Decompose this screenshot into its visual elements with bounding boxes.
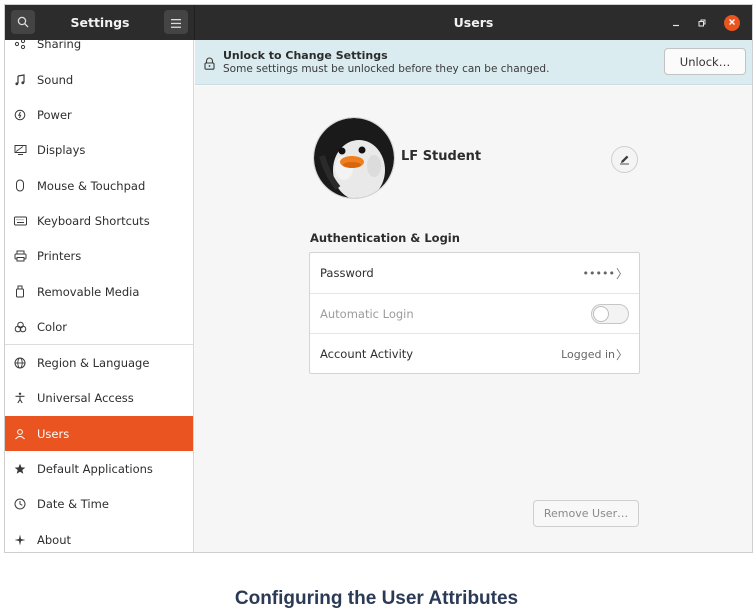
sidebar-item-label: About bbox=[37, 532, 72, 547]
sidebar-item-power[interactable]: Power bbox=[5, 97, 193, 132]
sidebar-item-sharing[interactable]: Sharing bbox=[5, 40, 193, 61]
sidebar-item-label: Mouse & Touchpad bbox=[37, 178, 146, 193]
printer-icon bbox=[12, 250, 28, 262]
sidebar-item-label: Displays bbox=[37, 142, 86, 157]
restore-button[interactable] bbox=[694, 15, 710, 31]
sidebar-item-color[interactable]: Color bbox=[5, 309, 193, 344]
settings-title: Settings bbox=[70, 15, 130, 30]
user-name: LF Student bbox=[401, 149, 482, 164]
automatic-login-label: Automatic Login bbox=[320, 307, 414, 321]
sidebar-item-universal-access[interactable]: Universal Access bbox=[5, 380, 193, 415]
sidebar-item-mouse-touchpad[interactable]: Mouse & Touchpad bbox=[5, 168, 193, 203]
search-button[interactable] bbox=[11, 10, 35, 34]
account-activity-label: Account Activity bbox=[320, 347, 414, 361]
edit-user-button[interactable] bbox=[611, 146, 638, 173]
sidebar: Sharing Sound Power Displays Mouse & Tou bbox=[5, 40, 194, 552]
hamburger-menu-icon bbox=[171, 13, 181, 32]
usb-drive-icon bbox=[12, 285, 28, 298]
minimize-icon bbox=[672, 17, 680, 30]
settings-window: Settings Users Sharing Sound Power Displ… bbox=[4, 4, 753, 553]
sidebar-item-label: Universal Access bbox=[37, 390, 134, 405]
sidebar-item-date-time[interactable]: Date & Time bbox=[5, 486, 193, 521]
users-icon bbox=[12, 428, 28, 440]
infobar-title: Unlock to Change Settings bbox=[223, 49, 388, 62]
menu-button[interactable] bbox=[164, 10, 188, 34]
sidebar-item-removable-media[interactable]: Removable Media bbox=[5, 274, 193, 309]
sidebar-item-label: Sharing bbox=[37, 40, 82, 51]
sparkle-icon bbox=[12, 534, 28, 546]
user-avatar[interactable] bbox=[313, 117, 395, 199]
sidebar-item-about[interactable]: About bbox=[5, 522, 193, 552]
sidebar-item-label: Color bbox=[37, 319, 68, 334]
unlock-infobar: Unlock to Change Settings Some settings … bbox=[195, 40, 752, 85]
clock-icon bbox=[12, 498, 28, 510]
minimize-button[interactable] bbox=[668, 15, 684, 31]
sidebar-item-region-language[interactable]: Region & Language bbox=[5, 345, 193, 380]
automatic-login-row: Automatic Login bbox=[310, 294, 639, 334]
automatic-login-toggle[interactable] bbox=[591, 304, 629, 324]
mouse-icon bbox=[12, 179, 28, 192]
sidebar-item-label: Default Applications bbox=[37, 461, 153, 476]
infobar-message: Some settings must be unlocked before th… bbox=[223, 63, 550, 75]
globe-icon bbox=[12, 357, 28, 369]
chevron-right-icon: 〉 bbox=[615, 347, 628, 362]
sidebar-item-label: Removable Media bbox=[37, 284, 140, 299]
color-icon bbox=[12, 321, 28, 333]
password-value: ••••• bbox=[582, 266, 615, 280]
remove-user-button[interactable]: Remove User… bbox=[533, 500, 639, 527]
toggle-knob bbox=[593, 306, 609, 322]
panel-header: Users bbox=[194, 5, 752, 40]
search-icon bbox=[17, 13, 29, 32]
sidebar-item-sound[interactable]: Sound bbox=[5, 62, 193, 97]
auth-section-title: Authentication & Login bbox=[310, 231, 460, 245]
sidebar-item-label: Sound bbox=[37, 72, 74, 87]
unlock-button[interactable]: Unlock… bbox=[664, 48, 746, 75]
auth-list: Password ••••• 〉 Automatic Login Account… bbox=[309, 252, 640, 374]
password-label: Password bbox=[320, 266, 374, 280]
close-icon bbox=[728, 18, 736, 29]
sidebar-item-label: Users bbox=[37, 426, 70, 441]
music-note-icon bbox=[12, 73, 28, 86]
users-panel: LF Student Authentication & Login Passwo… bbox=[195, 86, 752, 552]
sidebar-item-default-applications[interactable]: Default Applications bbox=[5, 451, 193, 486]
sidebar-item-label: Power bbox=[37, 107, 72, 122]
account-activity-value: Logged in bbox=[561, 347, 615, 361]
password-row[interactable]: Password ••••• 〉 bbox=[310, 253, 639, 293]
chevron-right-icon: 〉 bbox=[615, 266, 628, 281]
power-icon bbox=[12, 109, 28, 121]
account-activity-row[interactable]: Account Activity Logged in 〉 bbox=[310, 334, 639, 374]
keyboard-icon bbox=[12, 216, 28, 226]
sidebar-header: Settings bbox=[5, 5, 194, 40]
sidebar-item-keyboard-shortcuts[interactable]: Keyboard Shortcuts bbox=[5, 203, 193, 238]
lock-icon bbox=[204, 55, 215, 74]
close-button[interactable] bbox=[724, 15, 740, 31]
sidebar-item-printers[interactable]: Printers bbox=[5, 238, 193, 273]
sidebar-item-label: Date & Time bbox=[37, 496, 109, 511]
sidebar-item-label: Printers bbox=[37, 248, 82, 263]
share-icon bbox=[12, 40, 28, 50]
penguin-avatar-icon bbox=[314, 118, 394, 198]
display-icon bbox=[12, 144, 28, 156]
star-icon bbox=[12, 463, 28, 475]
sidebar-item-displays[interactable]: Displays bbox=[5, 132, 193, 167]
figure-caption: Configuring the User Attributes bbox=[234, 588, 519, 609]
sidebar-item-label: Keyboard Shortcuts bbox=[37, 213, 150, 228]
restore-icon bbox=[698, 17, 706, 30]
sidebar-item-users[interactable]: Users bbox=[5, 416, 193, 451]
pencil-icon bbox=[619, 150, 630, 169]
accessibility-icon bbox=[12, 392, 28, 404]
sidebar-item-label: Region & Language bbox=[37, 355, 150, 370]
